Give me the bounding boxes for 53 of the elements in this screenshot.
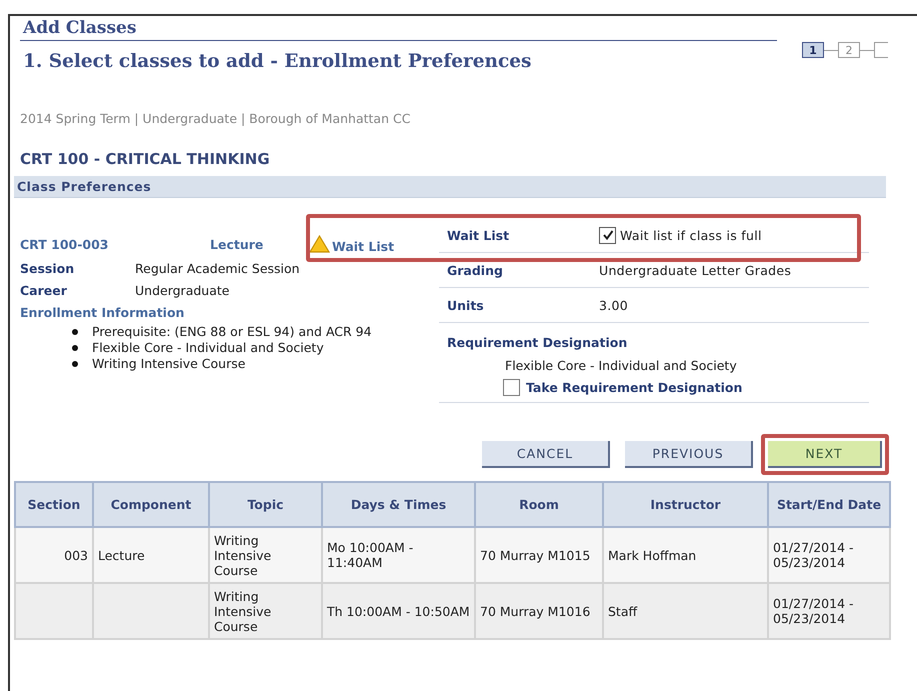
table-cell: Writing Intensive Course — [214, 588, 272, 634]
enrollment-info-item: Flexible Core - Individual and Society — [92, 340, 324, 356]
table-cell: Lecture — [98, 548, 145, 562]
take-requirement-link[interactable]: Take Requirement Designation — [526, 380, 742, 395]
detail-label: Career — [20, 283, 68, 298]
enrollment-info-item: Writing Intensive Course — [92, 356, 246, 372]
next-button[interactable]: NEXT — [768, 441, 882, 468]
preference-label: Grading — [447, 262, 504, 278]
page-title: Add Classes — [20, 16, 777, 41]
column-header: Topic — [209, 482, 322, 527]
table-cell: 70 Murray M1016 — [480, 604, 590, 618]
component-link[interactable]: Lecture — [210, 236, 309, 252]
preference-label: Wait List — [447, 228, 510, 242]
nav-button[interactable]: CANCEL — [482, 441, 610, 468]
column-header: Instructor — [603, 482, 768, 527]
detail-value: Regular Academic Session — [135, 261, 300, 276]
column-header: Days & Times — [322, 482, 475, 527]
requirement-heading: Requirement Designation — [447, 335, 628, 350]
table-cell: Mark Hoffman — [608, 548, 696, 562]
column-header: Start/End Date — [768, 482, 890, 527]
table-cell: 01/27/2014 - 05/23/2014 — [773, 596, 854, 626]
checkbox[interactable] — [503, 379, 520, 396]
checkbox-label: Wait list if class is full — [620, 228, 762, 242]
enrollment-info-heading: Enrollment Information — [20, 305, 186, 320]
table-cell: 003 — [64, 548, 88, 562]
preference-value: Undergraduate Letter Grades — [599, 262, 792, 278]
term-line: 2014 Spring Term | Undergraduate | Borough of Manhattan CC — [20, 111, 412, 126]
step-indicator[interactable]: 1 — [802, 42, 824, 58]
requirement-value: Flexible Core - Individual and Society — [505, 358, 738, 373]
class-section-link[interactable]: CRT 100-003 — [20, 236, 210, 252]
column-header: Section — [15, 482, 93, 527]
column-header: Room — [475, 482, 603, 527]
step-indicator[interactable] — [874, 42, 888, 58]
enrollment-info-item: Prerequisite: (ENG 88 or ESL 94) and ACR 94 — [92, 324, 372, 340]
table-cell: 70 Murray M1015 — [480, 548, 590, 562]
table-cell: Writing Intensive Course — [214, 532, 272, 578]
detail-value: Undergraduate — [135, 283, 230, 298]
table-cell: Mo 10:00AM - 11:40AM — [327, 540, 414, 570]
course-title: CRT 100 - CRITICAL THINKING — [20, 150, 271, 168]
nav-button[interactable]: PREVIOUS — [625, 441, 753, 468]
checkbox[interactable] — [599, 226, 616, 244]
step-indicator[interactable]: 2 — [838, 42, 860, 58]
wait-list-link[interactable]: Wait List — [332, 238, 394, 254]
column-header: Component — [93, 482, 209, 527]
warning-icon — [309, 235, 330, 253]
table-cell: Staff — [608, 604, 638, 618]
preference-label: Units — [447, 298, 485, 312]
table-cell: Th 10:00AM - 10:50AM — [327, 604, 470, 618]
detail-label: Session — [20, 261, 76, 276]
preference-value: 3.00 — [599, 298, 628, 312]
page-subtitle: 1. Select classes to add - Enrollment Preferences — [22, 51, 532, 72]
table-cell: 01/27/2014 - 05/23/2014 — [773, 540, 854, 570]
section-header: Class Preferences — [14, 176, 886, 198]
